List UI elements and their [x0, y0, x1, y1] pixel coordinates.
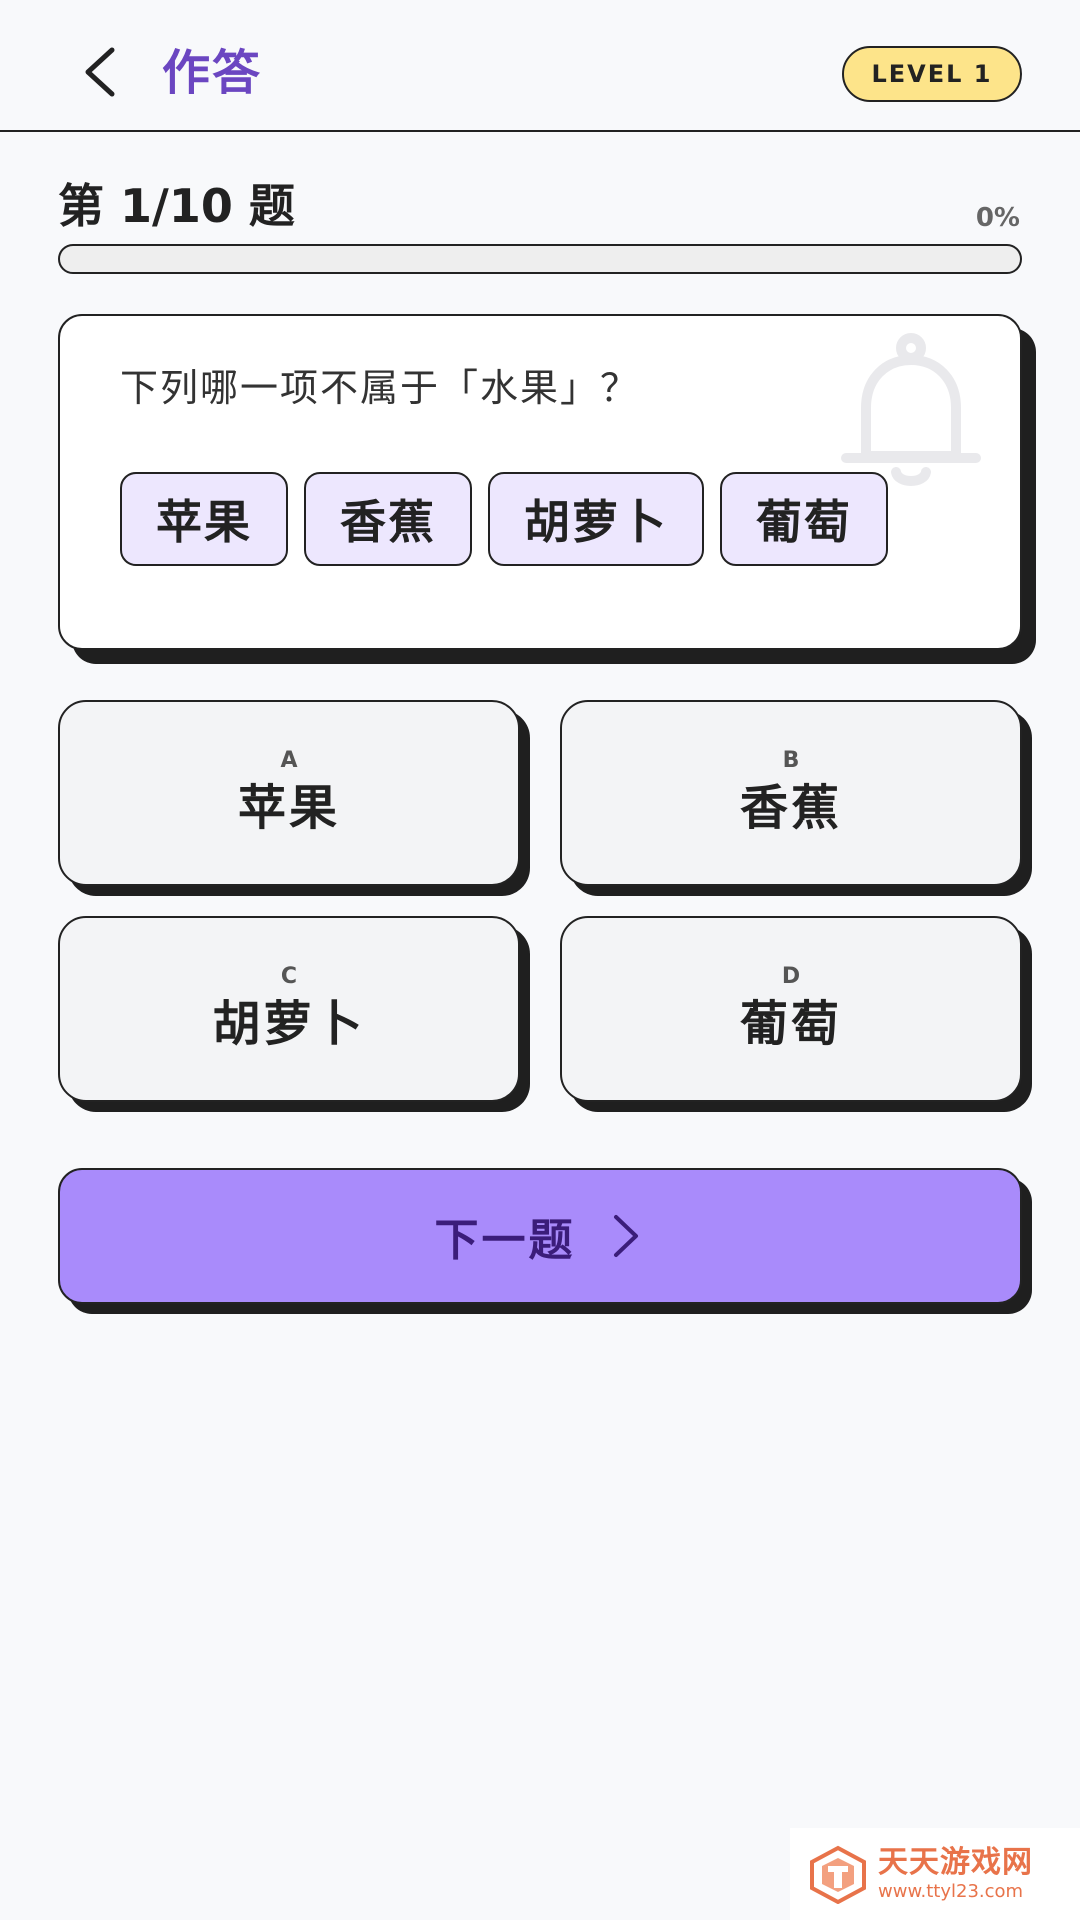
option-letter: C: [280, 964, 298, 989]
option-text: 葡萄: [739, 996, 842, 1052]
question-counter: 第 1/10 题: [58, 179, 295, 233]
watermark-name: 天天游戏网: [878, 1845, 1033, 1880]
bell-icon: [841, 333, 981, 486]
question-card: 下列哪一项不属于「水果」？ 苹果 香蕉 胡萝卜 葡萄: [58, 314, 1022, 650]
next-button-label: 下一题: [434, 1215, 576, 1266]
option-letter: A: [280, 748, 298, 773]
next-question-button[interactable]: 下一题: [58, 1168, 1022, 1304]
option-letter: D: [781, 964, 801, 989]
back-button[interactable]: [70, 40, 130, 104]
level-badge: LEVEL 1: [842, 46, 1022, 102]
chevron-left-icon: [85, 47, 115, 97]
chip: 香蕉: [304, 472, 472, 566]
option-letter: B: [782, 748, 800, 773]
question-chips: 苹果 香蕉 胡萝卜 葡萄: [120, 472, 888, 566]
page-title: 作答: [162, 45, 263, 101]
question-text: 下列哪一项不属于「水果」？: [120, 366, 641, 410]
watermark-url: www.ttyl23.com: [878, 1881, 1024, 1902]
chip: 胡萝卜: [488, 472, 704, 566]
site-logo-icon: [810, 1845, 866, 1904]
watermark: 天天游戏网 www.ttyl23.com: [790, 1828, 1080, 1920]
chip: 葡萄: [720, 472, 888, 566]
progress-percent: 0%: [975, 203, 1020, 233]
option-text: 香蕉: [739, 780, 842, 836]
option-b-button[interactable]: B 香蕉: [560, 700, 1022, 886]
option-text: 苹果: [237, 780, 340, 836]
progress-bar: [58, 244, 1022, 274]
option-a-button[interactable]: A 苹果: [58, 700, 520, 886]
app-header: 作答 LEVEL 1: [0, 0, 1080, 132]
option-c-button[interactable]: C 胡萝卜: [58, 916, 520, 1102]
option-text: 胡萝卜: [212, 996, 366, 1052]
option-d-button[interactable]: D 葡萄: [560, 916, 1022, 1102]
chevron-right-icon: [613, 1215, 638, 1257]
chip: 苹果: [120, 472, 288, 566]
